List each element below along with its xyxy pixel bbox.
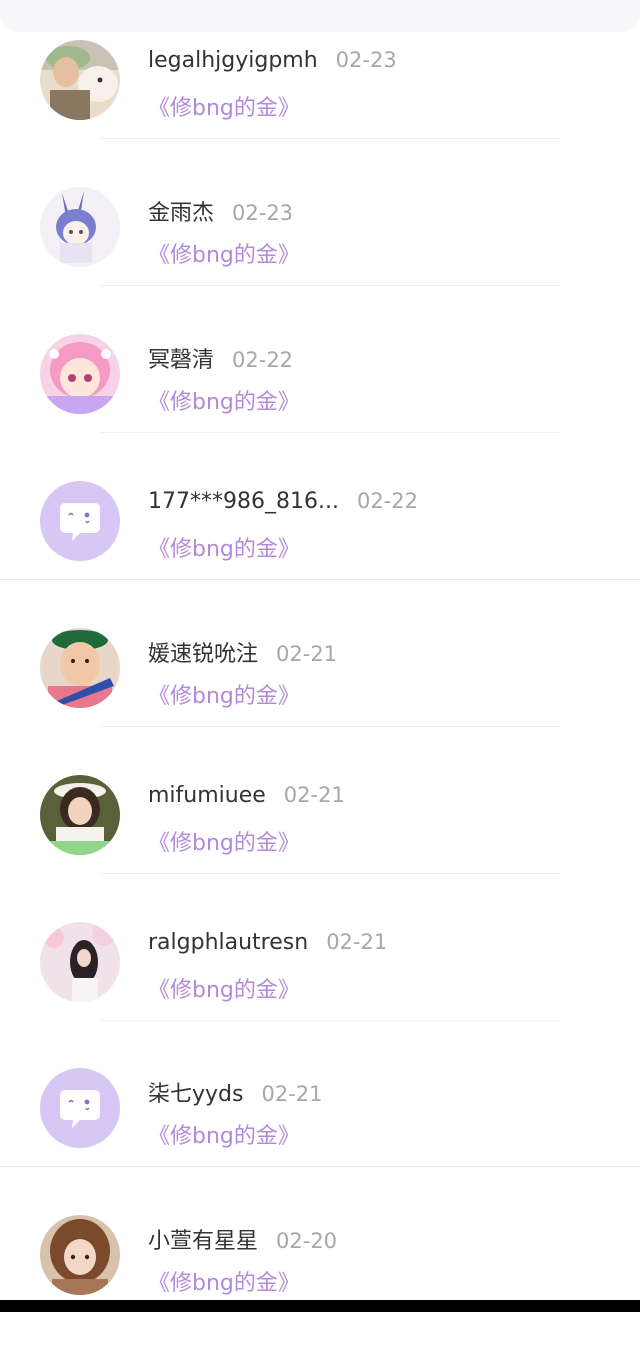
avatar[interactable]: [40, 775, 120, 855]
user-name: 柒七yyds 02-21: [148, 1082, 323, 1107]
date: 02-23: [232, 201, 294, 225]
date: 02-21: [326, 930, 388, 954]
book-title[interactable]: 《修bng的金》: [148, 90, 300, 122]
book-title[interactable]: 《修bng的金》: [148, 825, 300, 857]
avatar[interactable]: [40, 40, 120, 120]
user-name: mifumiuee 02-21: [148, 783, 345, 808]
date: 02-23: [335, 48, 397, 72]
date: 02-21: [283, 783, 345, 807]
divider: [100, 1020, 560, 1021]
list-item[interactable]: 小萱有星星 02-20 《修bng的金》: [0, 1215, 640, 1362]
user-name: 冥磬清 02-22: [148, 348, 294, 373]
book-title[interactable]: 《修bng的金》: [148, 678, 300, 710]
avatar[interactable]: [40, 922, 120, 1002]
divider: [100, 873, 560, 874]
book-title[interactable]: 《修bng的金》: [148, 1118, 300, 1150]
user-name: 金雨杰 02-23: [148, 201, 294, 226]
list-item[interactable]: 冥磬清 02-22 《修bng的金》: [0, 334, 640, 481]
bottom-edge: [0, 1300, 640, 1312]
divider: [0, 1166, 640, 1167]
book-title[interactable]: 《修bng的金》: [148, 531, 300, 563]
list-item[interactable]: legalhjgyigpmh 02-23 《修bng的金》: [0, 40, 640, 187]
user-name: 媛速锐吮注 02-21: [148, 642, 338, 667]
divider: [100, 138, 560, 139]
user-name: 小萱有星星 02-20: [148, 1229, 338, 1254]
book-title[interactable]: 《修bng的金》: [148, 972, 300, 1004]
user-name: legalhjgyigpmh 02-23: [148, 48, 397, 73]
list-item[interactable]: 柒七yyds 02-21 《修bng的金》: [0, 1068, 640, 1215]
date: 02-20: [276, 1229, 338, 1253]
top-bar: [0, 0, 640, 32]
list-item[interactable]: ralgphlautresn 02-21 《修bng的金》: [0, 922, 640, 1069]
divider: [100, 726, 560, 727]
book-title[interactable]: 《修bng的金》: [148, 384, 300, 416]
date: 02-22: [232, 348, 294, 372]
list-item[interactable]: 177***986_816... 02-22 《修bng的金》: [0, 481, 640, 628]
book-title[interactable]: 《修bng的金》: [148, 237, 300, 269]
avatar[interactable]: [40, 334, 120, 414]
list-item[interactable]: 金雨杰 02-23 《修bng的金》: [0, 187, 640, 334]
list-item[interactable]: 媛速锐吮注 02-21 《修bng的金》: [0, 628, 640, 775]
avatar[interactable]: [40, 187, 120, 267]
avatar[interactable]: [40, 1068, 120, 1148]
avatar[interactable]: [40, 481, 120, 561]
avatar[interactable]: [40, 628, 120, 708]
divider: [0, 579, 640, 580]
user-name: 177***986_816... 02-22: [148, 489, 418, 514]
date: 02-21: [261, 1082, 323, 1106]
user-name: ralgphlautresn 02-21: [148, 930, 388, 955]
divider: [100, 285, 560, 286]
date: 02-21: [276, 642, 338, 666]
divider: [100, 432, 560, 433]
book-title[interactable]: 《修bng的金》: [148, 1265, 300, 1297]
date: 02-22: [356, 489, 418, 513]
avatar[interactable]: [40, 1215, 120, 1295]
list-item[interactable]: mifumiuee 02-21 《修bng的金》: [0, 775, 640, 922]
